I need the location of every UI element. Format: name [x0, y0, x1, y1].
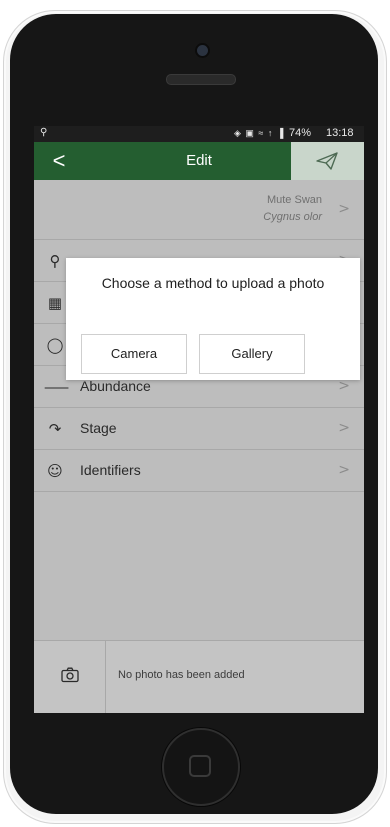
- life-stage-icon: ↷: [48, 420, 62, 438]
- speech-bubble-icon: ◯: [46, 336, 64, 354]
- calendar-icon: ▦: [47, 294, 63, 312]
- species-latin-name: Cygnus olor: [263, 211, 322, 223]
- front-camera: [195, 43, 210, 58]
- species-row[interactable]: Mute Swan Cygnus olor >: [34, 180, 364, 240]
- no-photo-text: No photo has been added: [118, 669, 245, 681]
- earpiece-speaker: [166, 74, 236, 85]
- clock: 13:18: [326, 127, 354, 139]
- app-screen: ⚲ ◈ ▣ ≈ ↑ ▐ 74% 13:18 < Edit Mute Swan C…: [34, 126, 364, 713]
- page-title: Edit: [186, 152, 212, 169]
- map-pin-icon: ⚲: [49, 252, 61, 270]
- identifiers-label: Identifiers: [80, 462, 141, 478]
- add-photo-button[interactable]: [34, 641, 106, 713]
- chevron-right-icon: >: [338, 378, 350, 394]
- stage-row[interactable]: ↷ Stage >: [34, 408, 364, 450]
- camera-icon: [61, 667, 79, 683]
- chevron-right-icon: >: [338, 462, 350, 478]
- photo-bar: No photo has been added: [34, 640, 364, 713]
- send-button[interactable]: [291, 142, 364, 180]
- chevron-right-icon: >: [338, 201, 350, 217]
- dialog-title: Choose a method to upload a photo: [101, 275, 325, 291]
- add-person-icon: ☺: [47, 462, 63, 480]
- battery-level: 74%: [289, 127, 312, 139]
- abundance-label: Abundance: [80, 378, 151, 394]
- species-common-name: Mute Swan: [266, 194, 322, 206]
- status-icons: ◈ ▣ ≈ ↑ ▐: [234, 128, 285, 138]
- upload-photo-dialog: Choose a method to upload a photo Camera…: [66, 258, 360, 380]
- tally-marks-icon: ⸺: [44, 378, 70, 396]
- paper-plane-icon: [316, 152, 338, 170]
- camera-button[interactable]: Camera: [81, 334, 187, 374]
- chevron-right-icon: >: [338, 420, 350, 436]
- location-pin-icon: ⚲: [40, 127, 48, 138]
- app-header: < Edit: [34, 142, 364, 180]
- status-bar: ⚲ ◈ ▣ ≈ ↑ ▐ 74% 13:18: [34, 126, 364, 142]
- stage-label: Stage: [80, 420, 117, 436]
- home-square-icon: [189, 755, 211, 777]
- gallery-button[interactable]: Gallery: [199, 334, 305, 374]
- identifiers-row[interactable]: ☺ Identifiers >: [34, 450, 364, 492]
- back-button[interactable]: <: [44, 142, 74, 180]
